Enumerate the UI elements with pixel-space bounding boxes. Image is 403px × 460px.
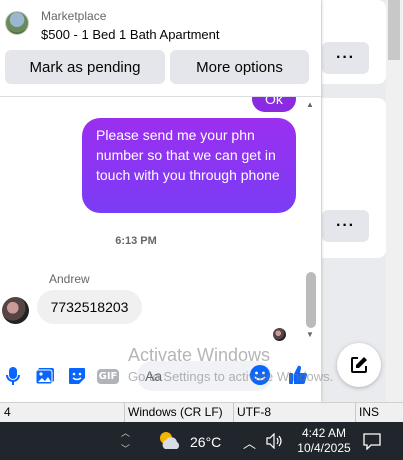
gif-icon[interactable]: GIF <box>96 366 120 386</box>
listing-title[interactable]: $500 - 1 Bed 1 Bath Apartment <box>41 27 220 42</box>
status-column: 4 <box>4 405 11 419</box>
speaker-icon[interactable] <box>266 432 284 450</box>
marketplace-label: Marketplace <box>41 9 107 23</box>
status-separator <box>233 403 234 423</box>
weather-temperature[interactable]: 26°C <box>190 434 221 450</box>
taskbar-scroll-chevrons[interactable]: ︿ ﹀ <box>121 425 130 457</box>
message-timestamp: 6:13 PM <box>115 235 157 247</box>
gif-label: GIF <box>96 368 120 384</box>
scroll-down-arrow[interactable]: ▼ <box>306 330 314 339</box>
chat-scrollbar-thumb[interactable] <box>306 272 316 328</box>
status-insert-mode: INS <box>359 405 380 419</box>
sender-avatar[interactable] <box>2 297 29 324</box>
microphone-icon[interactable] <box>3 366 23 386</box>
sticker-icon[interactable] <box>67 366 87 386</box>
listing-more-button-1[interactable]: ··· <box>322 42 369 74</box>
scroll-up-arrow[interactable]: ▲ <box>306 100 314 109</box>
notifications-icon[interactable] <box>362 432 382 451</box>
clock-date: 10/4/2025 <box>297 441 351 455</box>
taskbar-clock[interactable]: 4:42 AM 10/4/2025 <box>292 426 356 456</box>
status-encoding: UTF-8 <box>237 405 271 419</box>
message-composer: GIF <box>0 358 321 394</box>
status-separator <box>355 403 356 423</box>
page-scrollbar-thumb[interactable] <box>388 0 400 60</box>
outgoing-message-bubble: Please send me your phn number so that w… <box>82 118 296 213</box>
mark-as-pending-button[interactable]: Mark as pending <box>5 50 165 84</box>
incoming-message-bubble: 7732518203 <box>37 290 142 324</box>
show-hidden-icons-caret-icon[interactable]: ︿ <box>243 433 256 452</box>
marketplace-header[interactable]: Marketplace $500 - 1 Bed 1 Bath Apartmen… <box>0 0 321 48</box>
clock-time: 4:42 AM <box>301 426 347 440</box>
seen-indicator-avatar <box>273 328 286 341</box>
photo-icon[interactable] <box>35 366 55 386</box>
windows-taskbar: ︿ ﹀ 26°C ︿ 4:42 AM 10/4/2025 <box>0 422 403 460</box>
more-options-button[interactable]: More options <box>170 50 309 84</box>
listing-more-button-2[interactable]: ··· <box>322 210 369 242</box>
emoji-icon[interactable] <box>249 364 271 386</box>
previous-message-bubble: Ok <box>252 97 296 112</box>
sender-name: Andrew <box>49 272 90 286</box>
status-line-ending: Windows (CR LF) <box>128 405 223 419</box>
listing-thumbnail <box>5 11 29 35</box>
page-scrollbar[interactable] <box>386 0 403 402</box>
header-divider <box>0 96 321 97</box>
thumbs-up-icon[interactable] <box>287 363 309 387</box>
chat-window: Marketplace $500 - 1 Bed 1 Bath Apartmen… <box>0 0 321 402</box>
status-separator <box>124 403 125 423</box>
editor-status-bar: 4 Windows (CR LF) UTF-8 INS <box>0 402 403 423</box>
weather-icon[interactable] <box>157 429 183 453</box>
compose-icon <box>351 357 367 373</box>
new-message-button[interactable] <box>337 343 381 387</box>
